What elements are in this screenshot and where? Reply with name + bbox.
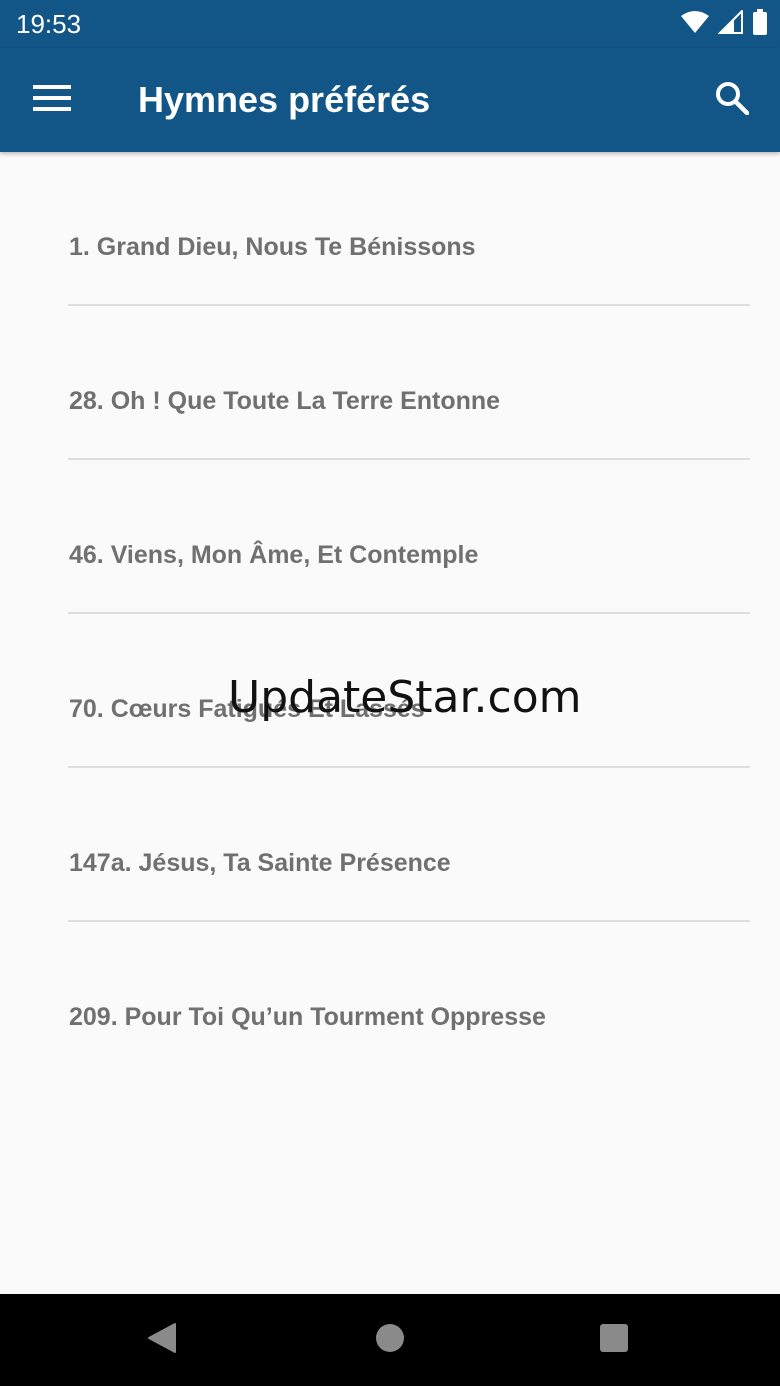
hymn-list-item[interactable]: 1. Grand Dieu, Nous Te Bénissons [68,152,750,306]
hymn-list-item[interactable]: 28. Oh ! Que Toute La Terre Entonne [68,306,750,460]
hymn-list-item[interactable]: 147a. Jésus, Ta Sainte Présence [68,768,750,922]
recents-icon [599,1323,629,1358]
back-icon [147,1322,177,1359]
search-icon [715,81,750,120]
hamburger-menu-icon [33,84,71,116]
app-bar: Hymnes préférés [0,48,780,152]
hymn-title: 28. Oh ! Que Toute La Terre Entonne [69,387,501,415]
hymn-title: 70. Cœurs Fatigués Et Lassés [69,695,425,723]
hymn-title: 46. Viens, Mon Âme, Et Contemple [69,541,479,569]
recents-button[interactable] [586,1312,642,1368]
menu-button[interactable] [20,68,84,132]
hymn-list: 1. Grand Dieu, Nous Te Bénissons 28. Oh … [0,152,780,1076]
hymn-list-item[interactable]: 70. Cœurs Fatigués Et Lassés [68,614,750,768]
status-time: 19:53 [16,9,82,39]
hymn-title: 147a. Jésus, Ta Sainte Présence [69,849,451,877]
navigation-bar [0,1294,780,1386]
wifi-icon [680,10,710,39]
hymn-title: 209. Pour Toi Qu’un Tourment Oppresse [69,1003,546,1031]
status-icons [680,8,768,40]
home-icon [375,1323,405,1358]
page-title: Hymnes préférés [138,79,431,120]
hymn-list-item[interactable]: 46. Viens, Mon Âme, Et Contemple [68,460,750,614]
status-bar: 19:53 [0,0,780,48]
battery-icon [752,8,768,40]
hymn-list-item[interactable]: 209. Pour Toi Qu’un Tourment Oppresse [68,922,750,1076]
search-button[interactable] [700,68,764,132]
back-button[interactable] [134,1312,190,1368]
home-button[interactable] [362,1312,418,1368]
hymn-title: 1. Grand Dieu, Nous Te Bénissons [69,233,476,261]
signal-icon [717,8,744,39]
screen: 19:53 Hymnes préférés 1. Grand Dieu, Nou… [0,0,780,1386]
